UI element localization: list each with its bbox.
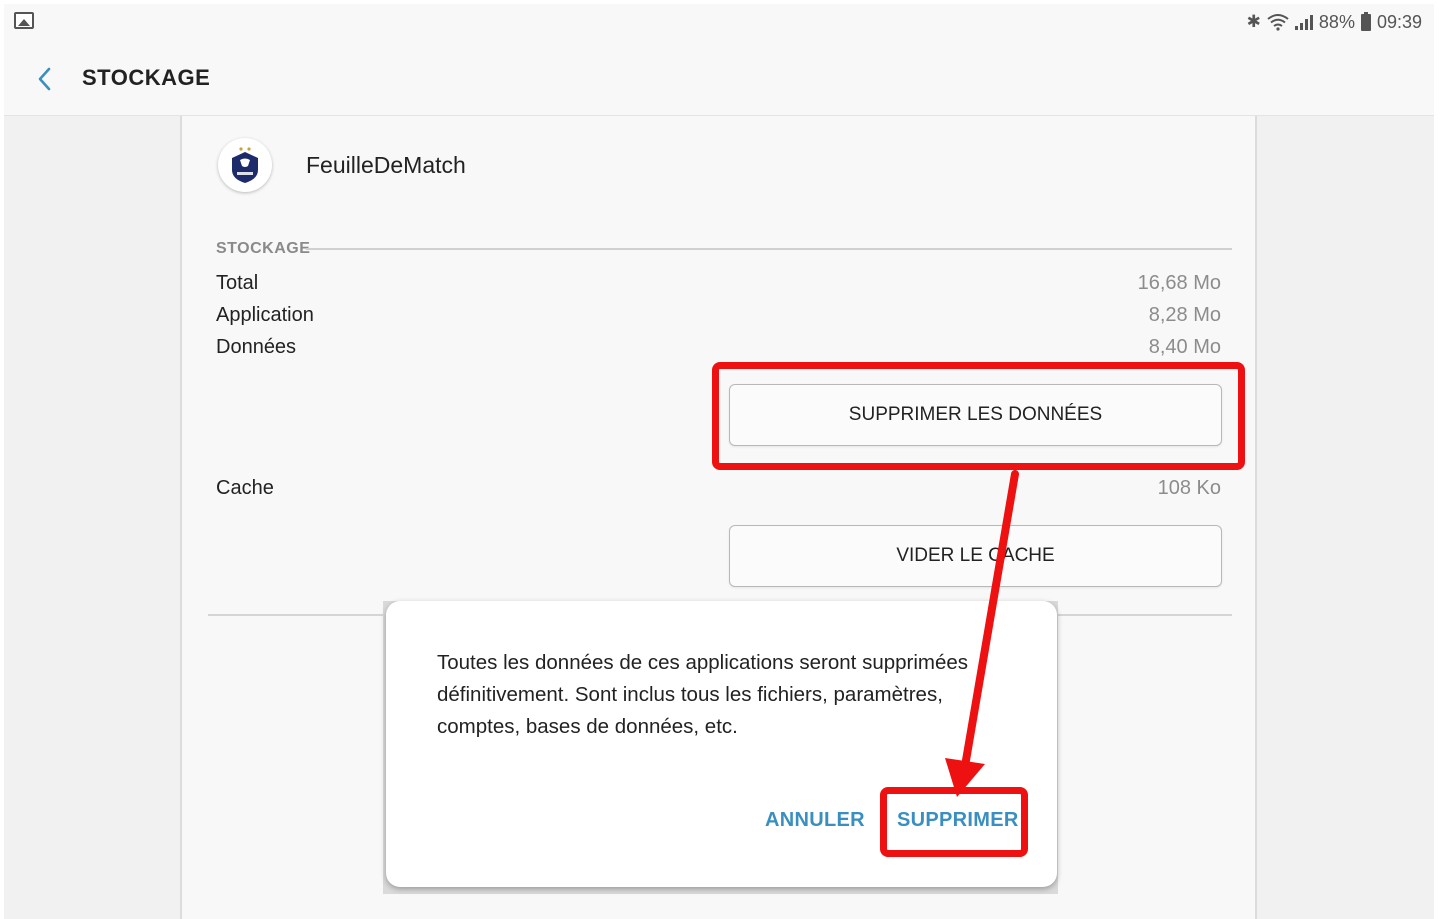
storage-row-value: 16,68 Mo	[1137, 272, 1221, 294]
highlight-box	[880, 787, 1028, 857]
status-indicators: ✱ 88% 09:39	[1247, 10, 1422, 34]
screen: ✱ 88% 09:39 STOCKAGE FeuilleDeMatch STOC…	[4, 4, 1434, 919]
storage-row-value: 8,40 Mo	[1148, 336, 1221, 358]
signal-icon	[1294, 14, 1313, 30]
gallery-icon	[14, 12, 34, 29]
storage-row-value: 8,28 Mo	[1148, 304, 1221, 326]
battery-icon	[1360, 11, 1371, 31]
app-bar: STOCKAGE	[4, 40, 1434, 116]
dialog-message: Toutes les données de ces applications s…	[437, 651, 969, 738]
bluetooth-icon: ✱	[1246, 12, 1261, 31]
storage-row-label: Total	[216, 272, 259, 294]
highlight-box	[712, 362, 1245, 470]
storage-row-label: Données	[216, 336, 297, 358]
wifi-icon	[1267, 14, 1289, 31]
page-title: STOCKAGE	[82, 65, 211, 90]
cache-value: 108 Ko	[1157, 477, 1221, 499]
cache-label: Cache	[216, 477, 274, 499]
app-name: FeuilleDeMatch	[306, 152, 466, 178]
battery-percent: 88%	[1318, 11, 1355, 32]
chevron-left-icon[interactable]	[32, 64, 58, 94]
section-header: STOCKAGE	[216, 240, 311, 257]
status-bar: ✱ 88% 09:39	[4, 4, 1434, 40]
fff-logo-icon	[218, 138, 272, 192]
clear-cache-button[interactable]: VIDER LE CACHE	[729, 525, 1222, 587]
section-divider	[306, 248, 1232, 250]
cancel-button[interactable]: ANNULER	[765, 809, 865, 832]
storage-row-label: Application	[216, 304, 314, 326]
clock: 09:39	[1376, 11, 1422, 32]
